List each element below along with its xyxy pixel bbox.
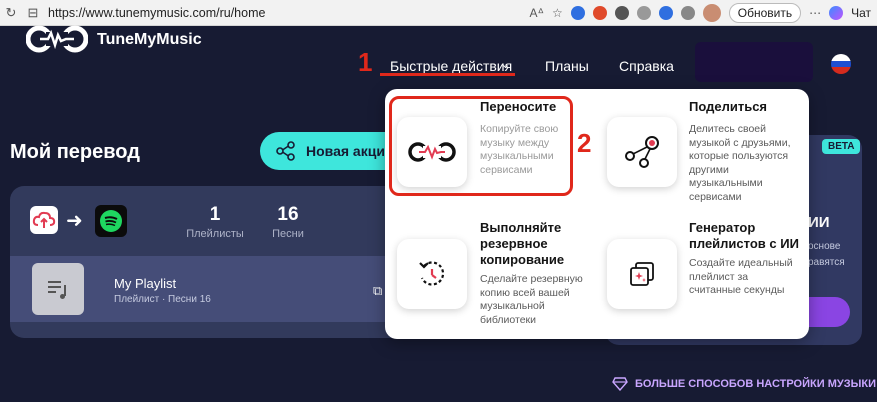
nav-quick-actions[interactable]: Быстрые действия	[390, 58, 512, 74]
playlists-label: Плейлисты	[186, 228, 244, 240]
menu-item-ai-generator[interactable]: Генератор плейлистов с ИИ	[689, 220, 804, 252]
share-icon[interactable]	[607, 117, 677, 187]
cloud-upload-icon	[30, 206, 58, 234]
share-nodes-icon	[276, 141, 295, 161]
backup-icon[interactable]	[397, 239, 467, 309]
more-menu-icon[interactable]: ⋯	[809, 6, 821, 20]
songs-count: 16	[277, 204, 299, 225]
extension-icon[interactable]	[614, 6, 629, 20]
page-title: Мой перевод	[10, 141, 140, 163]
playlist-icon	[32, 263, 84, 315]
annotation-underline	[380, 73, 515, 76]
ai-card-text-line: основе	[808, 241, 841, 252]
arrow-right-icon: ➜	[66, 210, 83, 232]
puzzle-extensions-icon[interactable]	[680, 6, 695, 20]
more-ways-link[interactable]: БОЛЬШЕ СПОСОБОВ НАСТРОЙКИ МУЗЫКИ	[612, 377, 876, 391]
diamond-icon	[612, 377, 628, 391]
menu-item-backup-desc: Сделайте резервную копию всей вашей музы…	[480, 273, 583, 326]
extension-icon[interactable]	[592, 6, 607, 20]
update-button[interactable]: Обновить	[728, 3, 802, 23]
menu-item-share[interactable]: Поделиться	[689, 99, 799, 115]
copilot-icon[interactable]	[829, 6, 844, 20]
chevron-down-icon[interactable]: ⌄	[501, 58, 510, 71]
beta-badge: BETA	[822, 139, 861, 154]
ai-card-heading: ИИ	[808, 214, 830, 231]
avatar[interactable]	[702, 4, 721, 22]
external-link-icon: ⧉	[373, 283, 383, 298]
site-info-icon[interactable]: ⊟	[22, 5, 44, 21]
browser-toolbar: ↻ ⊟ https://www.tunemymusic.com/ru/home …	[0, 0, 877, 26]
playlist-name: My Playlist	[114, 276, 177, 291]
browser-actions: Aᐞ ☆ Обновить ⋯ Чат	[529, 0, 877, 26]
extension-icon[interactable]	[658, 6, 673, 20]
address-bar[interactable]: https://www.tunemymusic.com/ru/home	[48, 6, 265, 20]
ai-generator-icon[interactable]	[607, 239, 677, 309]
menu-item-ai-generator-desc: Создайте идеальный плейлист за считанные…	[689, 257, 793, 296]
annotation-highlight-box	[389, 96, 573, 196]
spotify-icon	[95, 205, 127, 237]
nav-plans[interactable]: Планы	[545, 58, 589, 74]
read-aloud-icon[interactable]: Aᐞ	[529, 6, 544, 20]
new-action-label: Новая акция	[306, 143, 394, 159]
language-flag-icon[interactable]	[831, 54, 851, 74]
songs-label: Песни	[272, 228, 304, 240]
nav-help[interactable]: Справка	[619, 58, 674, 74]
logo-icon[interactable]	[26, 22, 88, 56]
more-ways-label: БОЛЬШЕ СПОСОБОВ НАСТРОЙКИ МУЗЫКИ	[635, 378, 876, 390]
chat-label[interactable]: Чат	[851, 6, 871, 20]
favorite-star-icon[interactable]: ☆	[552, 6, 563, 20]
extension-icon[interactable]	[636, 6, 651, 20]
playlist-meta: Плейлист · Песни 16	[114, 294, 211, 305]
login-button[interactable]	[695, 42, 813, 82]
annotation-number-2: 2	[577, 128, 592, 158]
logo-text[interactable]: TuneMyMusic	[97, 31, 202, 49]
menu-item-share-desc: Делитесь своей музыкой с друзьями, котор…	[689, 123, 791, 203]
annotation-number-1: 1	[358, 47, 373, 77]
playlists-count: 1	[209, 204, 221, 225]
extension-icon[interactable]	[570, 6, 585, 20]
ai-card-text-line: равятся	[808, 257, 845, 268]
reload-icon[interactable]: ↻	[0, 5, 22, 21]
menu-item-backup[interactable]: Выполняйте резервное копирование	[480, 220, 590, 268]
